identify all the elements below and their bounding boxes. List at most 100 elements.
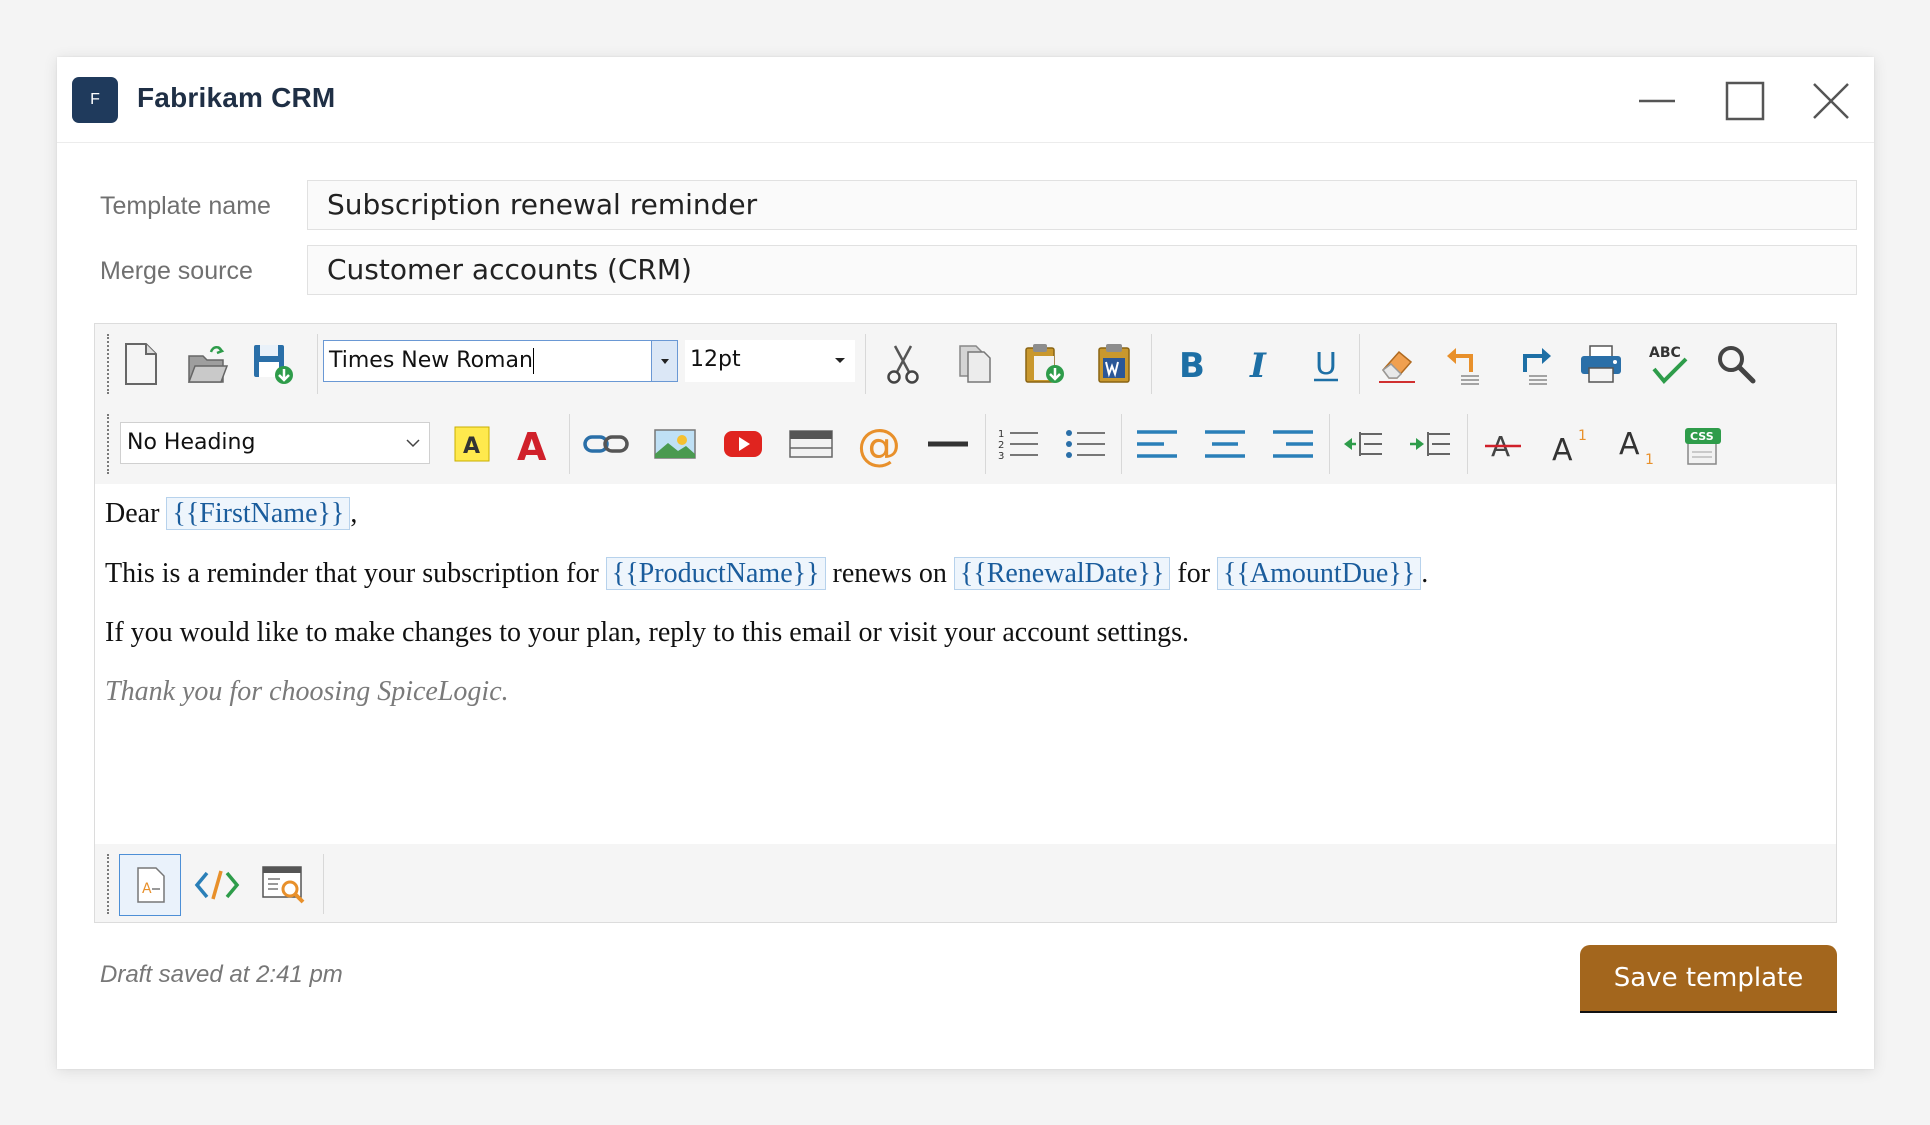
editor-content[interactable]: Dear {{FirstName}}, This is a reminder t… xyxy=(95,484,1836,844)
merge-field-tag[interactable]: {{FirstName}} xyxy=(166,497,351,530)
cut-button[interactable] xyxy=(875,336,931,392)
subscript-icon: A 1 xyxy=(1619,427,1654,466)
align-right-button[interactable] xyxy=(1265,416,1321,472)
reminder-paragraph: This is a reminder that your subscriptio… xyxy=(105,557,1429,590)
toolbar-grip[interactable] xyxy=(107,414,109,474)
open-folder-icon xyxy=(187,346,229,383)
minimize-button[interactable] xyxy=(1635,79,1679,123)
insert-video-button[interactable] xyxy=(715,416,771,472)
undo-button[interactable] xyxy=(1437,336,1493,392)
highlight-color-button[interactable]: A xyxy=(444,416,500,472)
font-color-button[interactable]: A xyxy=(505,416,561,472)
svg-text:3: 3 xyxy=(998,451,1004,462)
spellcheck-icon: ABC xyxy=(1649,345,1688,384)
paste-button[interactable] xyxy=(1016,336,1072,392)
toolbar-separator xyxy=(323,854,324,914)
merge-source-field[interactable]: Customer accounts (CRM) xyxy=(307,245,1857,295)
maximize-button[interactable] xyxy=(1723,79,1767,123)
toolbar-separator xyxy=(569,414,570,474)
svg-text:1: 1 xyxy=(1578,428,1587,444)
svg-text:A: A xyxy=(142,881,152,897)
strikethrough-button[interactable]: A xyxy=(1475,416,1531,472)
underline-button[interactable]: U xyxy=(1298,336,1354,392)
template-name-input[interactable]: Subscription renewal reminder xyxy=(307,180,1857,230)
bold-icon: B xyxy=(1179,346,1205,386)
clear-formatting-button[interactable] xyxy=(1369,336,1425,392)
align-right-icon xyxy=(1273,430,1313,458)
outdent-button[interactable] xyxy=(1335,416,1391,472)
toolbar-grip[interactable] xyxy=(107,854,109,914)
heading-select[interactable]: No Heading xyxy=(120,422,430,464)
at-sign-icon: @ xyxy=(857,420,901,468)
print-button[interactable] xyxy=(1573,336,1629,392)
new-document-button[interactable] xyxy=(112,336,168,392)
toolbar-separator xyxy=(1467,414,1468,474)
preview-icon xyxy=(262,866,305,904)
eraser-icon xyxy=(1379,350,1415,383)
insert-email-link-button[interactable]: @ xyxy=(851,416,907,472)
scissors-icon xyxy=(887,345,919,384)
svg-text:2: 2 xyxy=(998,440,1004,451)
view-mode-bar: A xyxy=(95,844,1836,922)
numbered-list-button[interactable]: 1 2 3 xyxy=(991,416,1047,472)
copy-button[interactable] xyxy=(948,336,1004,392)
svg-text:I: I xyxy=(1249,346,1267,386)
font-family-select[interactable]: Times New Roman xyxy=(323,340,678,382)
youtube-icon xyxy=(724,431,762,457)
underline-icon: U xyxy=(1314,347,1338,382)
bulleted-list-button[interactable] xyxy=(1058,416,1114,472)
bold-button[interactable]: B xyxy=(1163,336,1219,392)
template-name-label: Template name xyxy=(100,192,271,220)
numbered-list-icon: 1 2 3 xyxy=(998,429,1038,462)
insert-table-button[interactable] xyxy=(783,416,839,472)
edit-css-button[interactable]: CSS xyxy=(1676,416,1732,472)
font-size-value: 12pt xyxy=(690,347,741,372)
highlight-icon: A xyxy=(454,426,490,462)
changes-paragraph: If you would like to make changes to you… xyxy=(105,617,1190,648)
redo-button[interactable] xyxy=(1505,336,1561,392)
html-editor: Times New Roman 12pt B I U ABC No Headin… xyxy=(94,323,1837,923)
link-icon xyxy=(583,435,629,453)
font-size-select[interactable]: 12pt xyxy=(685,340,855,382)
find-button[interactable] xyxy=(1708,336,1764,392)
merge-field-tag[interactable]: {{RenewalDate}} xyxy=(953,557,1171,590)
redo-icon xyxy=(1523,348,1551,385)
toolbar-separator xyxy=(985,414,986,474)
merge-field-tag[interactable]: {{ProductName}} xyxy=(605,557,826,590)
svg-text:A: A xyxy=(463,434,480,459)
svg-text:A: A xyxy=(517,425,547,466)
title-bar: F Fabrikam CRM xyxy=(57,57,1874,143)
greeting-line: Dear {{FirstName}}, xyxy=(105,497,358,530)
paste-from-word-button[interactable] xyxy=(1087,336,1143,392)
open-file-button[interactable] xyxy=(179,336,235,392)
superscript-button[interactable]: A 1 xyxy=(1542,416,1598,472)
close-icon xyxy=(1813,83,1849,119)
italic-button[interactable]: I xyxy=(1230,336,1286,392)
design-view-button[interactable]: A xyxy=(119,854,181,916)
align-center-button[interactable] xyxy=(1197,416,1253,472)
toolbar-grip[interactable] xyxy=(107,334,109,394)
svg-text:1: 1 xyxy=(1645,452,1654,466)
toolbar-separator xyxy=(865,334,866,394)
text-cursor xyxy=(532,348,534,374)
horizontal-rule-button[interactable] xyxy=(920,416,976,472)
merge-field-tag[interactable]: {{AmountDue}} xyxy=(1217,557,1422,590)
insert-link-button[interactable] xyxy=(578,416,634,472)
insert-image-button[interactable] xyxy=(647,416,703,472)
font-family-dropdown-button[interactable] xyxy=(651,341,677,381)
align-left-button[interactable] xyxy=(1129,416,1185,472)
close-button[interactable] xyxy=(1809,79,1853,123)
html-source-view-button[interactable] xyxy=(186,854,248,916)
svg-text:CSS: CSS xyxy=(1690,430,1714,443)
preview-view-button[interactable] xyxy=(253,854,315,916)
toolbar-separator xyxy=(317,334,318,394)
indent-icon xyxy=(1410,432,1450,456)
spellcheck-button[interactable]: ABC xyxy=(1641,336,1697,392)
save-file-button[interactable] xyxy=(245,336,301,392)
app-window: F Fabrikam CRM Template name Subscriptio… xyxy=(57,57,1874,1069)
svg-text:B: B xyxy=(1179,346,1205,386)
subscript-button[interactable]: A 1 xyxy=(1609,416,1665,472)
save-template-button[interactable]: Save template xyxy=(1580,945,1837,1011)
spellcheck-label: ABC xyxy=(1649,345,1681,361)
indent-button[interactable] xyxy=(1403,416,1459,472)
